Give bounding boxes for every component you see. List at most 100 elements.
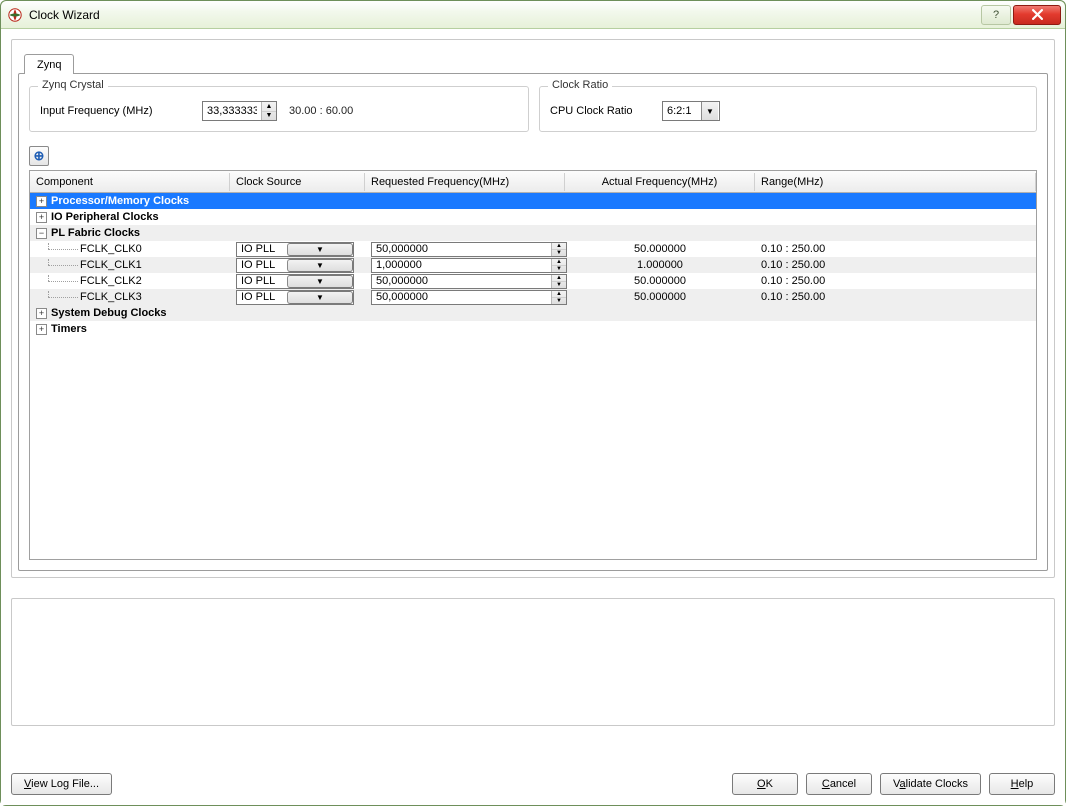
view-log-file-button[interactable]: View Log File...	[11, 773, 112, 795]
clock-wizard-window: Clock Wizard ? Zynq	[0, 0, 1066, 806]
group-label: IO Peripheral Clocks	[51, 211, 159, 223]
tab-zynq[interactable]: Zynq	[24, 54, 74, 74]
clock-source-combo[interactable]: IO PLL ▼	[236, 290, 354, 305]
clock-name: FCLK_CLK2	[80, 275, 142, 287]
tree-connector-icon	[40, 243, 78, 255]
clock-source-combo[interactable]: IO PLL ▼	[236, 258, 354, 273]
table-body: + Processor/Memory Clocks + IO Periphera…	[30, 193, 1036, 337]
actual-frequency: 50.000000	[565, 290, 755, 304]
tree-group-pl-fabric[interactable]: − PL Fabric Clocks	[30, 225, 1036, 241]
group-legend: Zynq Crystal	[38, 79, 108, 91]
spin-up-icon[interactable]: ▲	[262, 102, 276, 112]
cpu-clock-ratio-combo[interactable]: ▼	[662, 101, 720, 121]
collapse-icon[interactable]: −	[36, 228, 47, 239]
titlebar-close-button[interactable]	[1013, 5, 1061, 25]
table-row[interactable]: FCLK_CLK2 IO PLL ▼ 50,000000	[30, 273, 1036, 289]
close-icon	[1032, 9, 1043, 20]
input-frequency-field[interactable]	[203, 102, 261, 120]
frequency-range: 0.10 : 250.00	[755, 274, 1036, 288]
tree-group-processor-memory[interactable]: + Processor/Memory Clocks	[30, 193, 1036, 209]
chevron-down-icon[interactable]: ▼	[287, 275, 353, 288]
spin-up-icon[interactable]: ▲	[552, 291, 566, 298]
input-frequency-label: Input Frequency (MHz)	[40, 105, 190, 117]
requested-frequency-spinner[interactable]: 50,000000 ▲▼	[371, 290, 567, 305]
upper-panel: Zynq Zynq Crystal Input Frequency (MHz)	[11, 39, 1055, 578]
tab-body: Zynq Crystal Input Frequency (MHz) ▲ ▼	[18, 73, 1048, 571]
add-clock-button[interactable]: ⊕	[29, 146, 49, 166]
spin-down-icon[interactable]: ▼	[262, 112, 276, 121]
group-label: Processor/Memory Clocks	[51, 195, 189, 207]
requested-frequency-spinner[interactable]: 50,000000 ▲▼	[371, 242, 567, 257]
col-clock-source[interactable]: Clock Source	[230, 173, 365, 191]
btn-label-tail: iew Log File...	[31, 778, 99, 790]
plus-icon: ⊕	[34, 148, 45, 164]
titlebar-help-button[interactable]: ?	[981, 5, 1011, 25]
tree-group-timers[interactable]: + Timers	[30, 321, 1036, 337]
requested-frequency-spinner[interactable]: 1,000000 ▲▼	[371, 258, 567, 273]
clock-source-combo[interactable]: IO PLL ▼	[236, 274, 354, 289]
col-component[interactable]: Component	[30, 173, 230, 191]
tree-connector-icon	[40, 259, 78, 271]
actual-frequency: 1.000000	[565, 258, 755, 272]
tree-connector-icon	[40, 275, 78, 287]
app-icon	[7, 7, 23, 23]
expand-icon[interactable]: +	[36, 324, 47, 335]
clock-name: FCLK_CLK1	[80, 259, 142, 271]
chevron-down-icon[interactable]: ▼	[287, 291, 353, 304]
window-title: Clock Wizard	[29, 8, 979, 22]
tree-group-io-peripheral[interactable]: + IO Peripheral Clocks	[30, 209, 1036, 225]
actual-frequency: 50.000000	[565, 274, 755, 288]
requested-frequency-spinner[interactable]: 50,000000 ▲▼	[371, 274, 567, 289]
col-actual-frequency[interactable]: Actual Frequency(MHz)	[565, 173, 755, 191]
titlebar: Clock Wizard ?	[1, 1, 1065, 29]
spin-down-icon[interactable]: ▼	[552, 298, 566, 304]
input-frequency-spinner[interactable]: ▲ ▼	[202, 101, 277, 121]
spin-down-icon[interactable]: ▼	[552, 266, 566, 272]
cancel-button[interactable]: Cancel	[806, 773, 872, 795]
tabstrip: Zynq	[18, 48, 1048, 73]
spin-down-icon[interactable]: ▼	[552, 282, 566, 288]
chevron-down-icon[interactable]: ▼	[701, 102, 718, 120]
client-area: Zynq Zynq Crystal Input Frequency (MHz)	[1, 29, 1065, 805]
table-header: Component Clock Source Requested Frequen…	[30, 171, 1036, 193]
ok-button[interactable]: OK	[732, 773, 798, 795]
help-icon: ?	[993, 9, 999, 21]
chevron-down-icon[interactable]: ▼	[287, 243, 353, 256]
group-label: PL Fabric Clocks	[51, 227, 140, 239]
table-row[interactable]: FCLK_CLK3 IO PLL ▼ 50,000000	[30, 289, 1036, 305]
tab-label: Zynq	[37, 59, 61, 71]
frequency-range: 0.10 : 250.00	[755, 290, 1036, 304]
cpu-clock-ratio-label: CPU Clock Ratio	[550, 105, 650, 117]
expand-icon[interactable]: +	[36, 308, 47, 319]
footer: View Log File... OK Cancel Validate Cloc…	[11, 773, 1055, 795]
col-requested-frequency[interactable]: Requested Frequency(MHz)	[365, 173, 565, 191]
cpu-clock-ratio-field[interactable]	[663, 102, 701, 120]
group-label: Timers	[51, 323, 87, 335]
input-frequency-range: 30.00 : 60.00	[289, 105, 353, 117]
tree-connector-icon	[40, 291, 78, 303]
spin-up-icon[interactable]: ▲	[552, 259, 566, 266]
clock-name: FCLK_CLK0	[80, 243, 142, 255]
spin-down-icon[interactable]: ▼	[552, 250, 566, 256]
clock-tree-table: Component Clock Source Requested Frequen…	[29, 170, 1037, 560]
group-zynq-crystal: Zynq Crystal Input Frequency (MHz) ▲ ▼	[29, 86, 529, 132]
validate-clocks-button[interactable]: Validate Clocks	[880, 773, 981, 795]
spin-up-icon[interactable]: ▲	[552, 243, 566, 250]
tree-group-system-debug[interactable]: + System Debug Clocks	[30, 305, 1036, 321]
help-button[interactable]: Help	[989, 773, 1055, 795]
clock-name: FCLK_CLK3	[80, 291, 142, 303]
table-row[interactable]: FCLK_CLK1 IO PLL ▼ 1,000000	[30, 257, 1036, 273]
spin-up-icon[interactable]: ▲	[552, 275, 566, 282]
clock-source-combo[interactable]: IO PLL ▼	[236, 242, 354, 257]
table-row[interactable]: FCLK_CLK0 IO PLL ▼ 50,000000	[30, 241, 1036, 257]
frequency-range: 0.10 : 250.00	[755, 258, 1036, 272]
group-legend: Clock Ratio	[548, 79, 612, 91]
expand-icon[interactable]: +	[36, 196, 47, 207]
frequency-range: 0.10 : 250.00	[755, 242, 1036, 256]
actual-frequency: 50.000000	[565, 242, 755, 256]
group-label: System Debug Clocks	[51, 307, 167, 319]
lower-panel	[11, 598, 1055, 726]
chevron-down-icon[interactable]: ▼	[287, 259, 353, 272]
expand-icon[interactable]: +	[36, 212, 47, 223]
col-range[interactable]: Range(MHz)	[755, 173, 1036, 191]
